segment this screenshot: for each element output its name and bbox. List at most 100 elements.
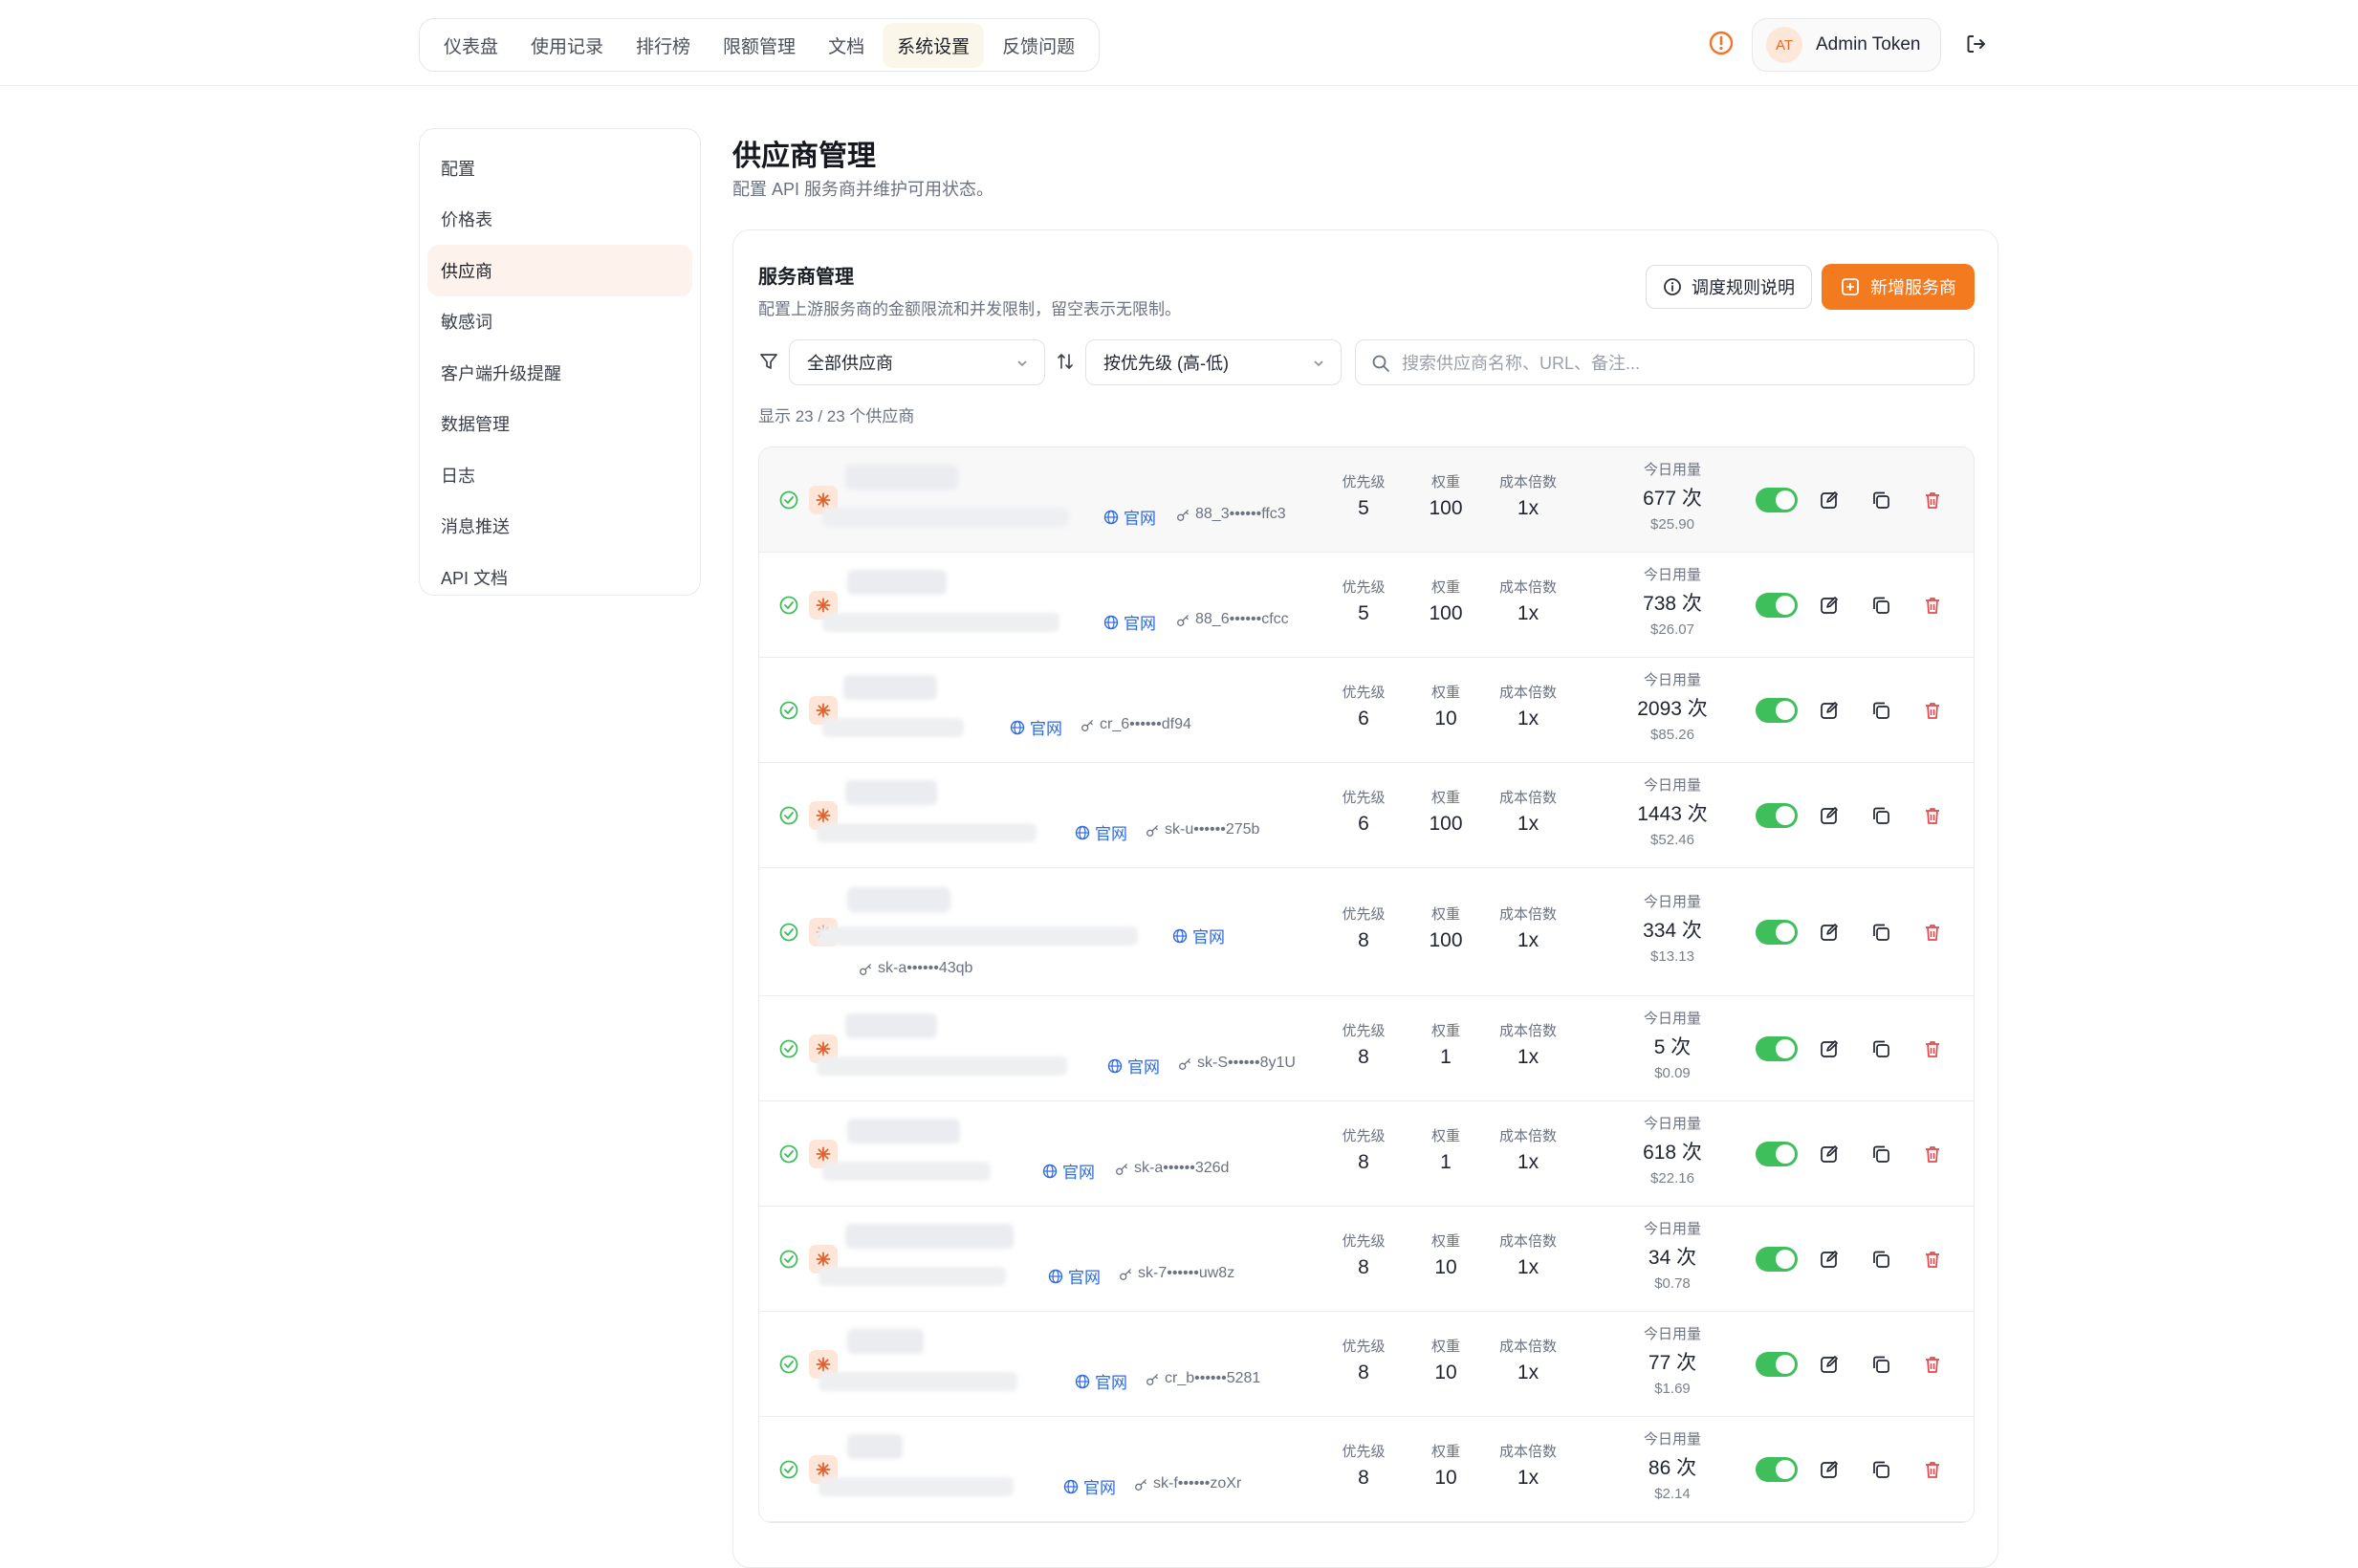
edit-icon[interactable] [1819, 490, 1840, 511]
add-provider-button[interactable]: 新增服务商 [1822, 264, 1975, 310]
weight-label: 权重 [1430, 1128, 1460, 1144]
copy-icon[interactable] [1870, 1143, 1891, 1165]
sidebar-item-data-management[interactable]: 数据管理 [427, 399, 692, 450]
sidebar-item-pricing[interactable]: 价格表 [427, 194, 692, 246]
nav-quota[interactable]: 限额管理 [709, 23, 810, 68]
copy-icon[interactable] [1870, 595, 1891, 616]
website-link[interactable]: 官网 [1107, 1054, 1160, 1078]
copy-icon[interactable] [1870, 1249, 1891, 1270]
enable-toggle[interactable] [1756, 593, 1798, 618]
today-usage-label: 今日用量 [1643, 462, 1701, 478]
sidebar-item-notifications[interactable]: 消息推送 [427, 501, 692, 553]
user-menu[interactable]: AT Admin Token [1752, 18, 1941, 72]
enable-toggle[interactable] [1756, 698, 1798, 723]
copy-icon[interactable] [1870, 1354, 1891, 1375]
logout-icon[interactable] [1964, 32, 1989, 56]
delete-icon[interactable] [1922, 922, 1943, 943]
delete-icon[interactable] [1922, 490, 1943, 511]
website-link[interactable]: 官网 [1103, 610, 1156, 634]
multiplier-label: 成本倍数 [1498, 790, 1557, 806]
multiplier-label: 成本倍数 [1498, 906, 1557, 923]
card-subtitle: 配置上游服务商的金额限流和并发限制，留空表示无限制。 [758, 300, 1181, 318]
search-placeholder: 搜索供应商名称、URL、备注... [1402, 354, 1641, 373]
delete-icon[interactable] [1922, 1249, 1943, 1270]
edit-icon[interactable] [1819, 922, 1840, 943]
edit-icon[interactable] [1819, 1143, 1840, 1165]
edit-icon[interactable] [1819, 1249, 1840, 1270]
key-icon [1177, 509, 1189, 521]
weight-label: 权重 [1430, 906, 1460, 923]
priority-label: 优先级 [1342, 579, 1386, 596]
today-usage-count: 677 次 [1643, 488, 1702, 510]
edit-icon[interactable] [1819, 1038, 1840, 1059]
sidebar-item-api-docs[interactable]: API 文档 [427, 552, 692, 603]
weight-value: 1 [1440, 1046, 1452, 1068]
delete-icon[interactable] [1922, 805, 1943, 826]
nav-usage-records[interactable]: 使用记录 [516, 23, 618, 68]
enable-toggle[interactable] [1756, 1352, 1798, 1377]
sidebar-item-sensitive-words[interactable]: 敏感词 [427, 296, 692, 348]
enable-toggle[interactable] [1756, 1247, 1798, 1272]
copy-icon[interactable] [1870, 922, 1891, 943]
provider-filter-select[interactable]: 全部供应商 [789, 339, 1045, 385]
scheduling-rules-button[interactable]: 调度规则说明 [1646, 265, 1812, 309]
website-link[interactable]: 官网 [1103, 505, 1156, 529]
weight-stat: 权重 1 [1408, 1125, 1484, 1174]
provider-count: 显示 23 / 23 个供应商 [758, 407, 915, 425]
website-link[interactable]: 官网 [1010, 715, 1062, 739]
sort-select[interactable]: 按优先级 (高-低) [1085, 339, 1342, 385]
edit-icon[interactable] [1819, 1354, 1840, 1375]
website-link[interactable]: 官网 [1048, 1264, 1101, 1288]
nav-dashboard[interactable]: 仪表盘 [429, 23, 513, 68]
status-ok-icon [779, 806, 798, 825]
info-icon [1664, 278, 1681, 295]
copy-icon[interactable] [1870, 805, 1891, 826]
website-link[interactable]: 官网 [1075, 1369, 1127, 1393]
edit-icon[interactable] [1819, 700, 1840, 721]
website-link[interactable]: 官网 [1172, 924, 1225, 947]
today-usage: 今日用量 34 次 $0.78 [1601, 1218, 1744, 1292]
nav-feedback[interactable]: 反馈问题 [988, 23, 1089, 68]
delete-icon[interactable] [1922, 595, 1943, 616]
edit-icon[interactable] [1819, 805, 1840, 826]
nav-leaderboard[interactable]: 排行榜 [622, 23, 705, 68]
search-input[interactable]: 搜索供应商名称、URL、备注... [1355, 339, 1975, 385]
multiplier-label: 成本倍数 [1498, 1128, 1557, 1144]
weight-label: 权重 [1430, 474, 1460, 490]
delete-icon[interactable] [1922, 700, 1943, 721]
enable-toggle[interactable] [1756, 803, 1798, 828]
edit-icon[interactable] [1819, 1459, 1840, 1480]
globe-icon [1107, 1058, 1123, 1073]
copy-icon[interactable] [1870, 1459, 1891, 1480]
settings-sidebar: 配置 价格表 供应商 敏感词 客户端升级提醒 数据管理 日志 消息推送 API … [419, 128, 701, 596]
enable-toggle[interactable] [1756, 920, 1798, 945]
copy-icon[interactable] [1870, 490, 1891, 511]
enable-toggle[interactable] [1756, 1457, 1798, 1482]
api-key-text: sk-f••••••zoXr [1153, 1475, 1242, 1492]
key-icon [860, 963, 871, 975]
website-link[interactable]: 官网 [1042, 1159, 1095, 1183]
delete-icon[interactable] [1922, 1459, 1943, 1480]
sidebar-item-providers[interactable]: 供应商 [427, 245, 692, 296]
copy-icon[interactable] [1870, 700, 1891, 721]
enable-toggle[interactable] [1756, 1036, 1798, 1061]
enable-toggle[interactable] [1756, 488, 1798, 512]
sidebar-item-config[interactable]: 配置 [427, 142, 692, 194]
delete-icon[interactable] [1922, 1038, 1943, 1059]
delete-icon[interactable] [1922, 1143, 1943, 1165]
nav-docs[interactable]: 文档 [814, 23, 879, 68]
delete-icon[interactable] [1922, 1354, 1943, 1375]
enable-toggle[interactable] [1756, 1142, 1798, 1166]
provider-card: 服务商管理 配置上游服务商的金额限流和并发限制，留空表示无限制。 调度规则说明 … [732, 229, 1998, 1568]
website-link[interactable]: 官网 [1063, 1474, 1116, 1498]
website-link[interactable]: 官网 [1075, 820, 1127, 844]
copy-icon[interactable] [1870, 1038, 1891, 1059]
priority-value: 5 [1358, 602, 1369, 624]
edit-icon[interactable] [1819, 595, 1840, 616]
sidebar-item-logs[interactable]: 日志 [427, 449, 692, 501]
alert-icon[interactable] [1708, 30, 1735, 56]
sidebar-item-client-upgrade[interactable]: 客户端升级提醒 [427, 347, 692, 399]
multiplier-stat: 成本倍数 1x [1490, 682, 1566, 730]
api-key-display: sk-u••••••275b [1146, 821, 1259, 838]
nav-settings[interactable]: 系统设置 [883, 22, 985, 68]
